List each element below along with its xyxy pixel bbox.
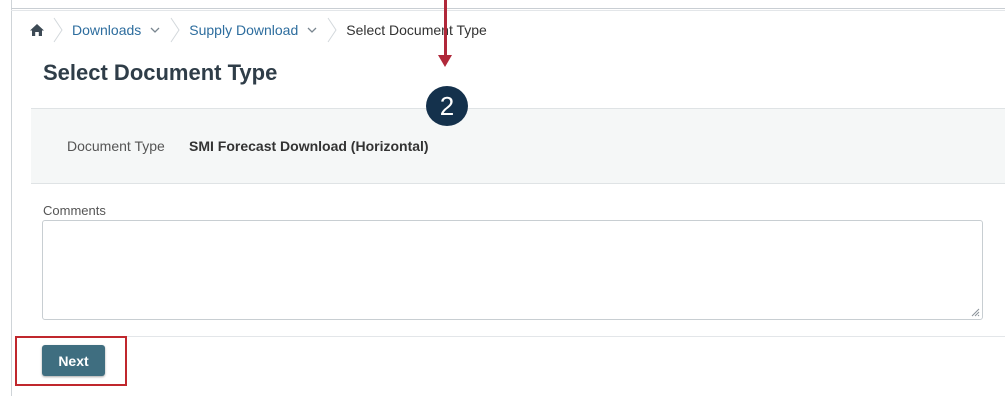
breadcrumb-separator-icon [327, 17, 337, 43]
document-type-label: Document Type [67, 138, 165, 154]
breadcrumb-separator-icon [170, 17, 180, 43]
document-type-panel: Document Type SMI Forecast Download (Hor… [31, 108, 1005, 184]
resize-handle-icon[interactable] [970, 307, 980, 317]
document-type-value: SMI Forecast Download (Horizontal) [189, 138, 429, 154]
annotation-arrow-head-icon [438, 55, 452, 67]
annotation-highlight-box [15, 336, 127, 386]
footer-divider [31, 336, 1005, 337]
comments-label: Comments [43, 203, 106, 218]
breadcrumb-item-downloads[interactable]: Downloads [64, 22, 147, 38]
frame-left-border [11, 0, 12, 396]
page-title: Select Document Type [43, 60, 278, 85]
comments-textarea[interactable] [42, 220, 983, 320]
annotation-arrow-line [444, 0, 447, 56]
breadcrumb-current: Select Document Type [346, 22, 487, 38]
frame-top-border [11, 8, 1005, 9]
step-number-badge: 2 [426, 86, 468, 126]
chevron-down-icon[interactable] [304, 16, 320, 44]
frame-top-border-inner [11, 10, 1005, 11]
chevron-down-icon[interactable] [147, 16, 163, 44]
home-icon[interactable] [22, 16, 52, 44]
breadcrumb-separator-icon [53, 17, 63, 43]
breadcrumb: Downloads Supply Download Select Documen… [22, 16, 487, 44]
breadcrumb-item-supply-download[interactable]: Supply Download [181, 22, 304, 38]
